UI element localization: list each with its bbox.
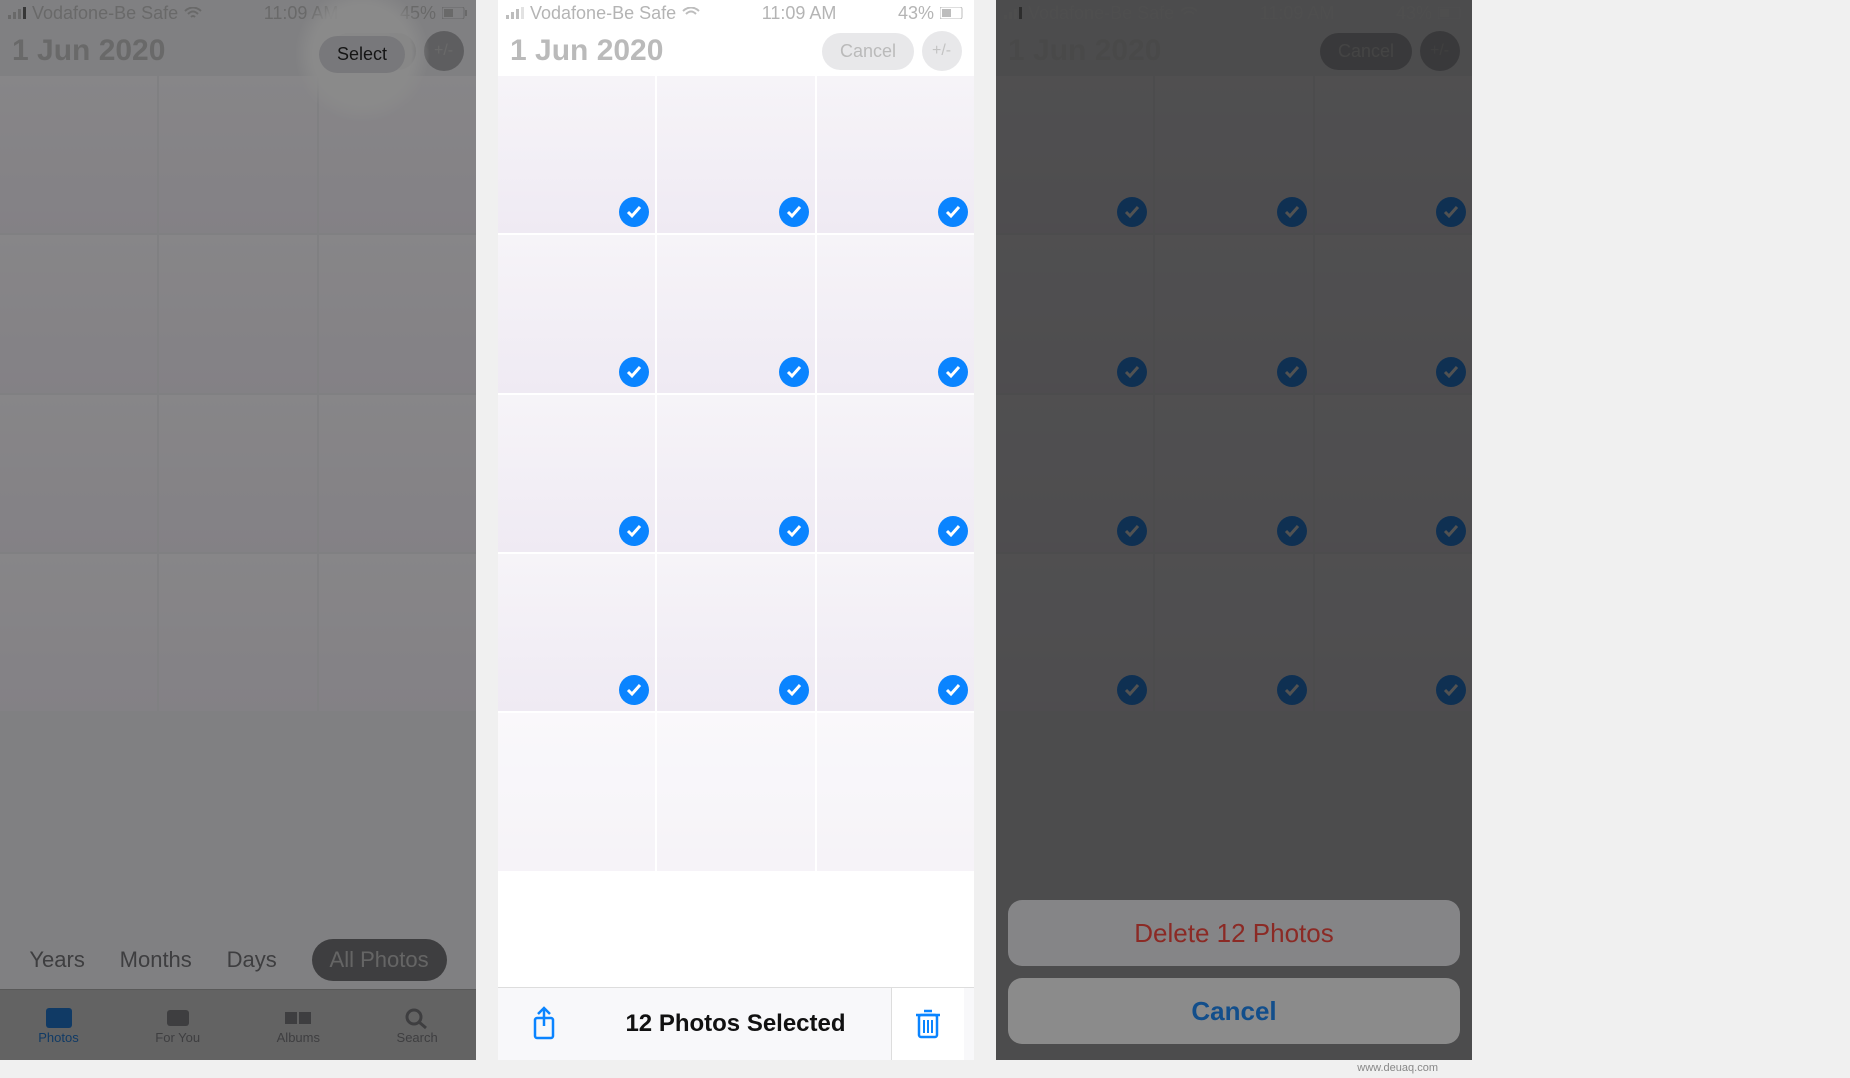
selected-check-icon	[779, 675, 809, 705]
photo-thumb[interactable]	[319, 235, 476, 392]
tab-label: Search	[397, 1030, 438, 1045]
selected-check-icon	[619, 357, 649, 387]
selection-count-label: 12 Photos Selected	[625, 1010, 845, 1038]
status-bar: Vodafone-Be Safe 11:09 AM 45%	[0, 0, 476, 26]
share-icon	[529, 1006, 559, 1042]
share-button[interactable]	[508, 988, 580, 1060]
delete-photos-button[interactable]: Delete 12 Photos	[1008, 900, 1460, 966]
selected-check-icon	[938, 357, 968, 387]
photo-thumb[interactable]	[0, 554, 157, 711]
zoom-toggle-button[interactable]: +/-	[922, 31, 962, 71]
tab-bar: Photos For You Albums Search	[0, 989, 476, 1060]
photos-header: 1 Jun 2020 Select +/-	[0, 26, 476, 76]
trash-icon	[913, 1007, 943, 1041]
photo-thumb[interactable]	[657, 554, 814, 711]
signal-icon	[8, 7, 26, 19]
watermark: www.deuaq.com	[1357, 1062, 1438, 1074]
segment-all-photos[interactable]: All Photos	[312, 939, 447, 981]
zoom-toggle-button[interactable]: +/-	[424, 31, 464, 71]
photo-thumb[interactable]	[498, 554, 655, 711]
delete-button[interactable]	[891, 988, 964, 1060]
photo-thumb[interactable]	[817, 235, 974, 392]
view-segmented-control: Years Months Days All Photos	[0, 930, 476, 990]
delete-action-sheet: Delete 12 Photos Cancel	[1008, 900, 1460, 1044]
photo-thumb[interactable]	[159, 554, 316, 711]
battery-percent: 45%	[400, 3, 436, 24]
wifi-icon	[184, 7, 202, 19]
photo-thumb[interactable]	[498, 76, 655, 233]
photo-thumb[interactable]	[159, 395, 316, 552]
screen-delete-confirm: Vodafone-Be Safe 11:09 AM 43% 1 Jun 2020…	[996, 0, 1472, 1060]
selected-check-icon	[938, 516, 968, 546]
tab-albums[interactable]: Albums	[277, 1006, 320, 1045]
photo-thumb[interactable]	[319, 395, 476, 552]
wifi-icon	[682, 7, 700, 19]
photo-grid	[498, 76, 974, 871]
segment-years[interactable]: Years	[29, 947, 84, 973]
selected-check-icon	[779, 197, 809, 227]
photo-thumb[interactable]	[657, 713, 814, 870]
tab-label: Photos	[38, 1030, 78, 1045]
photo-thumb[interactable]	[817, 554, 974, 711]
photo-thumb[interactable]	[817, 395, 974, 552]
segment-months[interactable]: Months	[120, 947, 192, 973]
for-you-icon	[163, 1006, 193, 1030]
photo-thumb[interactable]	[498, 713, 655, 870]
tab-photos[interactable]: Photos	[38, 1006, 78, 1045]
date-title: 1 Jun 2020	[510, 34, 663, 68]
search-icon	[402, 1006, 432, 1030]
tab-search[interactable]: Search	[397, 1006, 438, 1045]
clock-label: 11:09 AM	[762, 3, 837, 24]
selected-check-icon	[779, 357, 809, 387]
photo-thumb[interactable]	[657, 235, 814, 392]
photo-thumb[interactable]	[657, 395, 814, 552]
photo-thumb[interactable]	[498, 235, 655, 392]
photo-thumb[interactable]	[319, 76, 476, 233]
svg-text:+/-: +/-	[932, 42, 951, 59]
photo-thumb[interactable]	[0, 395, 157, 552]
photo-thumb[interactable]	[817, 713, 974, 870]
date-title: 1 Jun 2020	[12, 34, 165, 68]
carrier-label: Vodafone-Be Safe	[530, 3, 676, 24]
photo-thumb[interactable]	[159, 235, 316, 392]
select-button[interactable]: Select	[330, 33, 416, 70]
photo-thumb[interactable]	[0, 235, 157, 392]
selection-toolbar: 12 Photos Selected	[498, 987, 974, 1060]
photo-thumb[interactable]	[817, 76, 974, 233]
tab-label: Albums	[277, 1030, 320, 1045]
photo-thumb[interactable]	[0, 76, 157, 233]
photo-thumb[interactable]	[319, 554, 476, 711]
carrier-label: Vodafone-Be Safe	[32, 3, 178, 24]
tab-for-you[interactable]: For You	[155, 1006, 200, 1045]
cancel-button[interactable]: Cancel	[822, 33, 914, 70]
svg-text:+/-: +/-	[434, 42, 453, 59]
albums-icon	[283, 1006, 313, 1030]
photos-icon	[44, 1006, 74, 1030]
battery-icon	[940, 7, 966, 19]
photo-thumb[interactable]	[657, 76, 814, 233]
status-bar: Vodafone-Be Safe 11:09 AM 43%	[498, 0, 974, 26]
battery-icon	[442, 7, 468, 19]
plus-minus-icon: +/-	[434, 41, 454, 61]
photos-header: 1 Jun 2020 Cancel +/-	[498, 26, 974, 76]
cancel-delete-button[interactable]: Cancel	[1008, 978, 1460, 1044]
plus-minus-icon: +/-	[932, 41, 952, 61]
battery-percent: 43%	[898, 3, 934, 24]
screen-selected: Vodafone-Be Safe 11:09 AM 43% 1 Jun 2020…	[498, 0, 974, 1060]
tab-label: For You	[155, 1030, 200, 1045]
photo-thumb[interactable]	[159, 76, 316, 233]
screen-select: Vodafone-Be Safe 11:09 AM 45% 1 Jun 2020…	[0, 0, 476, 1060]
signal-icon	[506, 7, 524, 19]
photo-thumb[interactable]	[498, 395, 655, 552]
selected-check-icon	[779, 516, 809, 546]
segment-days[interactable]: Days	[227, 947, 277, 973]
clock-label: 11:09 AM	[264, 3, 339, 24]
photo-grid	[0, 76, 476, 711]
